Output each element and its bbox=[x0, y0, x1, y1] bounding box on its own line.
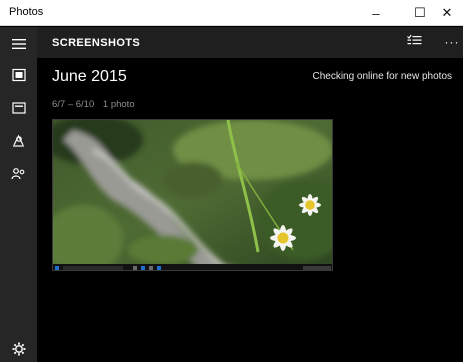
close-button[interactable]: ✕ bbox=[432, 0, 462, 26]
minimize-button[interactable]: – bbox=[361, 0, 391, 26]
select-button[interactable] bbox=[404, 33, 424, 51]
settings-icon[interactable] bbox=[10, 340, 27, 357]
daisy-flower-1 bbox=[299, 194, 321, 216]
date-range-label: 6/7 – 6/10 1 photo bbox=[52, 99, 135, 110]
photo-count: 1 photo bbox=[102, 99, 135, 110]
albums-icon[interactable] bbox=[10, 99, 27, 116]
photo-thumbnail[interactable] bbox=[52, 119, 333, 271]
hamburger-menu-icon[interactable] bbox=[10, 35, 27, 52]
page-title: SCREENSHOTS bbox=[52, 37, 141, 49]
folders-icon[interactable] bbox=[10, 165, 27, 182]
month-heading: June 2015 bbox=[52, 68, 127, 85]
main-content: June 2015 Checking online for new photos… bbox=[37, 58, 463, 362]
select-icon bbox=[406, 33, 422, 51]
people-icon[interactable] bbox=[10, 132, 27, 149]
daisy-flower-2 bbox=[270, 225, 296, 251]
sidebar bbox=[0, 27, 37, 362]
collection-icon[interactable] bbox=[10, 66, 27, 83]
sync-status: Checking online for new photos bbox=[312, 71, 452, 82]
more-options-button[interactable]: ··· bbox=[443, 33, 461, 51]
page-header: SCREENSHOTS ··· bbox=[37, 27, 463, 58]
photos-window: Photos – ☐ ✕ SCREENSHOTS ··· June 2015 C… bbox=[0, 0, 463, 362]
maximize-button[interactable]: ☐ bbox=[405, 0, 435, 26]
window-title: Photos bbox=[9, 6, 44, 18]
title-bar[interactable]: Photos – ☐ ✕ bbox=[0, 0, 463, 26]
date-range: 6/7 – 6/10 bbox=[52, 99, 95, 110]
